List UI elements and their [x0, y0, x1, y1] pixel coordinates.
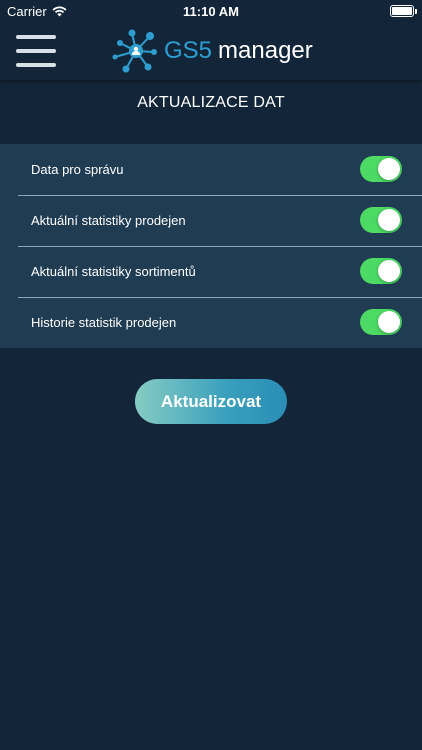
menu-line: [16, 63, 56, 67]
update-button[interactable]: Aktualizovat: [135, 379, 287, 424]
settings-row-store-stats: Aktuální statistiky prodejen: [0, 195, 422, 246]
toggle-switch[interactable]: [360, 258, 402, 284]
battery-tip: [415, 9, 417, 14]
menu-line: [16, 49, 56, 53]
toggle-switch[interactable]: [360, 156, 402, 182]
settings-row-history: Historie statistik prodejen: [0, 297, 422, 348]
brand-gs5: GS5: [164, 37, 213, 64]
settings-list: Data pro správu Aktuální statistiky prod…: [0, 144, 422, 348]
row-label: Aktuální statistiky sortimentů: [31, 264, 196, 279]
toggle-knob: [378, 209, 400, 231]
network-logo-icon: [112, 29, 157, 73]
toggle-knob: [378, 311, 400, 333]
menu-line: [16, 35, 56, 39]
brand-name: GS5 manager: [164, 37, 313, 65]
row-label: Historie statistik prodejen: [31, 315, 177, 330]
status-bar: Carrier 11:10 AM: [0, 0, 422, 22]
row-label: Data pro správu: [31, 162, 124, 177]
settings-row-data-management: Data pro správu: [0, 144, 422, 195]
hamburger-menu-icon[interactable]: [16, 35, 56, 67]
battery-icon: [390, 5, 417, 17]
toggle-switch[interactable]: [360, 207, 402, 233]
screen: Carrier 11:10 AM GS5 manager AKTUALIZACE…: [0, 0, 422, 750]
battery-fill: [392, 7, 412, 15]
nav-bar: GS5 manager: [0, 22, 422, 80]
settings-row-assortment-stats: Aktuální statistiky sortimentů: [0, 246, 422, 297]
toggle-knob: [378, 158, 400, 180]
status-time: 11:10 AM: [183, 4, 239, 19]
page-title: AKTUALIZACE DAT: [137, 94, 285, 111]
toggle-switch[interactable]: [360, 309, 402, 335]
brand-manager: manager: [218, 37, 313, 64]
toggle-knob: [378, 260, 400, 282]
row-label: Aktuální statistiky prodejen: [31, 213, 186, 228]
brand-logo: GS5 manager: [112, 28, 313, 74]
